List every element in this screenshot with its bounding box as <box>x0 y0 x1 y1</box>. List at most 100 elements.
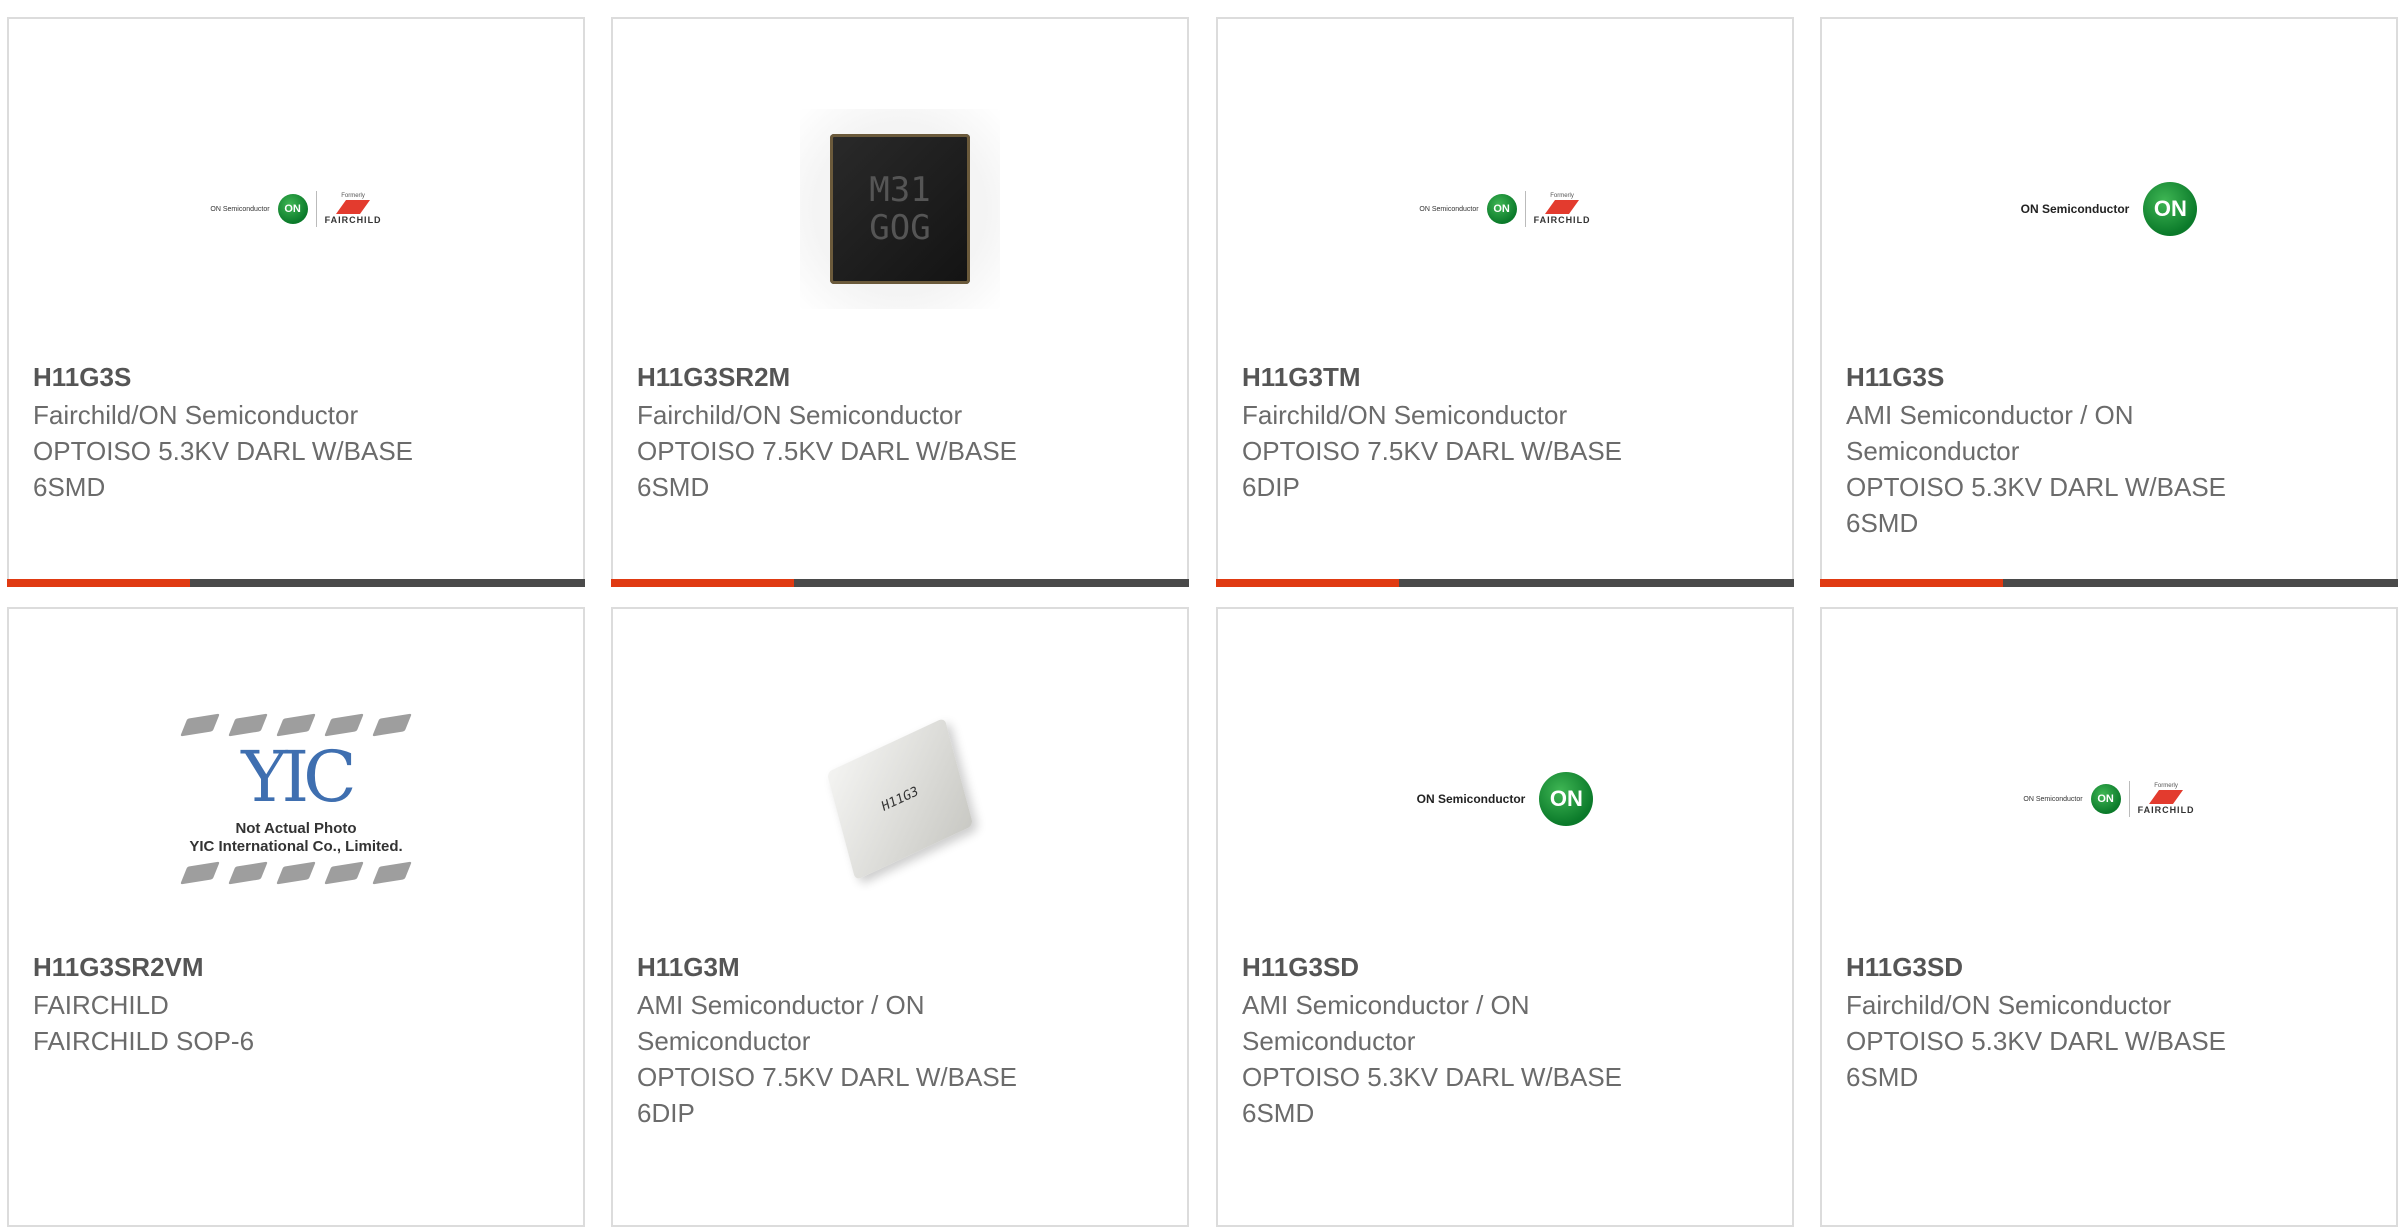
package-tile <box>276 861 316 885</box>
description: OPTOISO 5.3KV DARL W/BASE <box>1846 1026 2227 1056</box>
product-card[interactable]: ON Semiconductor ON H11G3SD AMI Semicond… <box>1216 607 1794 1227</box>
fairchild-mark-icon <box>336 200 371 214</box>
formerly-label: Formerly <box>2154 783 2178 789</box>
product-card[interactable]: YIC Not Actual Photo YIC International C… <box>7 607 585 1227</box>
fairchild-wordmark: FAIRCHILD <box>324 215 382 225</box>
on-logo-icon: ON <box>2090 784 2121 814</box>
card-bottom-bar <box>1216 579 1794 587</box>
fairchild-logo: Formerly FAIRCHILD <box>2138 783 2195 815</box>
package: 6DIP <box>637 1098 695 1128</box>
manufacturer: AMI Semiconductor / ON <box>1846 400 2134 430</box>
part-number[interactable]: H11G3SD <box>1846 949 2286 985</box>
part-number[interactable]: H11G3SD <box>1242 949 1682 985</box>
smd-chip-photo: M31 GOG <box>800 109 1000 309</box>
description: OPTOISO 7.5KV DARL W/BASE <box>637 1062 1018 1092</box>
part-number[interactable]: H11G3TM <box>1242 359 1682 395</box>
package-tile <box>324 861 364 885</box>
caption-line: Not Actual Photo <box>235 820 357 837</box>
on-fairchild-logo: ON Semiconductor ON Formerly FAIRCHILD <box>2023 781 2194 817</box>
product-image[interactable]: YIC Not Actual Photo YIC International C… <box>9 649 583 949</box>
logo-divider <box>315 191 317 227</box>
logo-divider <box>2128 781 2130 817</box>
on-semi-wordmark: ON Semiconductor <box>1419 205 1479 213</box>
on-fairchild-logo: ON Semiconductor ON Formerly FAIRCHILD <box>1419 191 1590 227</box>
package-tile <box>372 713 412 737</box>
manufacturer: Fairchild/ON Semiconductor <box>1846 990 2172 1020</box>
package: 6DIP <box>1242 472 1300 502</box>
part-number[interactable]: H11G3S <box>33 359 473 395</box>
product-image[interactable]: ON Semiconductor ON Formerly FAIRCHILD <box>1218 59 1792 359</box>
logo-divider <box>1524 191 1526 227</box>
product-info: H11G3S Fairchild/ON Semiconductor OPTOIS… <box>33 359 473 505</box>
product-image[interactable]: ON Semiconductor ON <box>1218 649 1792 949</box>
card-accent <box>1216 579 1399 587</box>
fairchild-mark-icon <box>1545 200 1580 214</box>
card-accent <box>611 579 794 587</box>
manufacturer: FAIRCHILD <box>33 990 169 1020</box>
manufacturer: AMI Semiconductor / ON <box>637 990 925 1020</box>
fairchild-wordmark: FAIRCHILD <box>1533 215 1591 225</box>
card-accent <box>1820 579 2003 587</box>
not-actual-photo-placeholder: YIC Not Actual Photo YIC International C… <box>180 713 412 885</box>
formerly-label: Formerly <box>341 193 365 199</box>
product-card[interactable]: ON Semiconductor ON Formerly FAIRCHILD H… <box>1216 17 1794 587</box>
product-card[interactable]: H11G3 H11G3M AMI Semiconductor / ON Semi… <box>611 607 1189 1227</box>
part-number[interactable]: H11G3SR2M <box>637 359 1077 395</box>
fairchild-mark-icon <box>2149 790 2184 804</box>
dip-marking: H11G3 <box>880 783 920 815</box>
package-tile <box>276 713 316 737</box>
product-info: H11G3SR2VM FAIRCHILD FAIRCHILD SOP-6 <box>33 949 473 1059</box>
package: 6SMD <box>1846 1062 1919 1092</box>
dip-chip-photo: H11G3 <box>800 699 1000 899</box>
on-semi-wordmark: ON Semiconductor <box>1416 792 1526 806</box>
chip-marking-line: M31 <box>869 170 931 210</box>
not-actual-photo-caption: Not Actual Photo YIC International Co., … <box>189 820 402 856</box>
package-tile <box>372 861 412 885</box>
description: OPTOISO 5.3KV DARL W/BASE <box>33 436 414 466</box>
description: OPTOISO 7.5KV DARL W/BASE <box>1242 436 1623 466</box>
package-tile <box>228 861 268 885</box>
product-info: H11G3TM Fairchild/ON Semiconductor OPTOI… <box>1242 359 1682 505</box>
product-image[interactable]: ON Semiconductor ON <box>1822 59 2396 359</box>
on-semi-wordmark: ON Semiconductor <box>2023 795 2083 803</box>
manufacturer-cont: Semiconductor <box>1242 1026 1416 1056</box>
card-bottom-bar <box>611 579 1189 587</box>
caption-line: YIC International Co., Limited. <box>189 838 403 855</box>
on-semi-wordmark: ON Semiconductor <box>210 205 270 213</box>
product-card[interactable]: M31 GOG H11G3SR2M Fairchild/ON Semicondu… <box>611 17 1189 587</box>
manufacturer-cont: Semiconductor <box>1846 436 2020 466</box>
on-logo-icon: ON <box>1539 772 1594 826</box>
manufacturer-cont: Semiconductor <box>637 1026 811 1056</box>
product-info: H11G3M AMI Semiconductor / ON Semiconduc… <box>637 949 1077 1131</box>
on-logo-icon: ON <box>1486 194 1517 224</box>
product-info: H11G3SD Fairchild/ON Semiconductor OPTOI… <box>1846 949 2286 1095</box>
product-card[interactable]: ON Semiconductor ON Formerly FAIRCHILD H… <box>7 17 585 587</box>
card-bottom-bar <box>1820 579 2398 587</box>
product-grid: ON Semiconductor ON Formerly FAIRCHILD H… <box>7 17 2400 1227</box>
package-tile <box>180 713 220 737</box>
package-tile <box>228 713 268 737</box>
product-image[interactable]: ON Semiconductor ON Formerly FAIRCHILD <box>9 59 583 359</box>
product-card[interactable]: ON Semiconductor ON H11G3S AMI Semicondu… <box>1820 17 2398 587</box>
product-image[interactable]: H11G3 <box>613 649 1187 949</box>
package: 6SMD <box>33 472 106 502</box>
on-semi-wordmark: ON Semiconductor <box>2020 202 2130 216</box>
manufacturer: Fairchild/ON Semiconductor <box>33 400 359 430</box>
product-info: H11G3S AMI Semiconductor / ON Semiconduc… <box>1846 359 2286 541</box>
on-logo-icon: ON <box>277 194 308 224</box>
description: OPTOISO 5.3KV DARL W/BASE <box>1242 1062 1623 1092</box>
package-tile <box>324 713 364 737</box>
part-number[interactable]: H11G3M <box>637 949 1077 985</box>
part-number[interactable]: H11G3SR2VM <box>33 949 473 985</box>
product-card[interactable]: ON Semiconductor ON Formerly FAIRCHILD H… <box>1820 607 2398 1227</box>
package-tiles-bottom <box>180 861 412 885</box>
fairchild-logo: Formerly FAIRCHILD <box>325 193 382 225</box>
description: OPTOISO 5.3KV DARL W/BASE <box>1846 472 2227 502</box>
manufacturer: Fairchild/ON Semiconductor <box>1242 400 1568 430</box>
package: 6SMD <box>637 472 710 502</box>
manufacturer: Fairchild/ON Semiconductor <box>637 400 963 430</box>
product-image[interactable]: M31 GOG <box>613 59 1187 359</box>
yic-logo: YIC <box>241 736 356 818</box>
part-number[interactable]: H11G3S <box>1846 359 2286 395</box>
product-image[interactable]: ON Semiconductor ON Formerly FAIRCHILD <box>1822 649 2396 949</box>
